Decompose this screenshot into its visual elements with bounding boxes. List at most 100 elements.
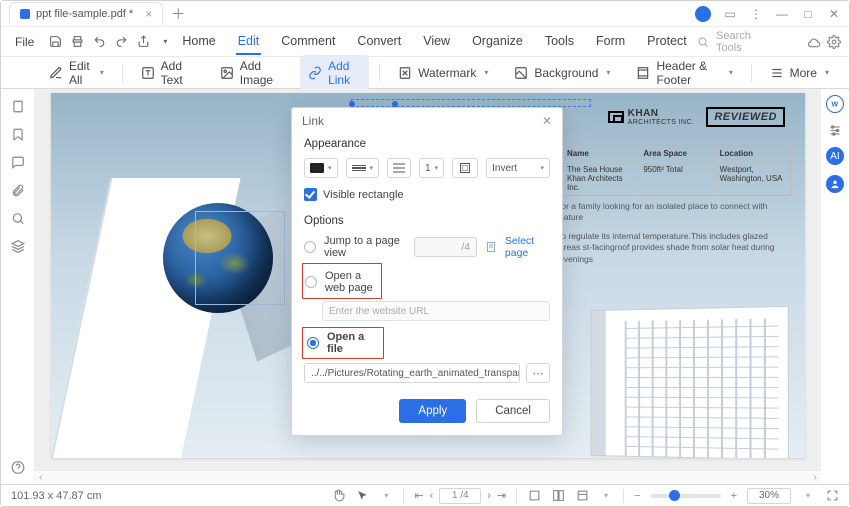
tab-form[interactable]: Form [594, 28, 627, 55]
cancel-button[interactable]: Cancel [476, 399, 550, 423]
add-text-button[interactable]: Add Text [133, 55, 202, 91]
url-input[interactable]: Enter the website URL [322, 301, 550, 321]
brand-mark-icon [608, 111, 624, 123]
assistant-icon[interactable] [826, 175, 844, 193]
qat-more-icon[interactable]: ▾ [158, 35, 172, 49]
select-tool-icon[interactable] [355, 489, 369, 503]
thumbnails-icon[interactable] [11, 99, 25, 113]
dialog-close-icon[interactable]: ✕ [542, 114, 552, 128]
thickness-input[interactable]: 1▾ [419, 158, 444, 178]
notification-icon[interactable]: ▭ [723, 7, 737, 21]
tab-view[interactable]: View [421, 28, 452, 55]
background-button[interactable]: Background▾ [506, 62, 618, 84]
bookmarks-icon[interactable] [11, 127, 25, 141]
edit-all-button[interactable]: Edit All▾ [41, 55, 112, 91]
selection-box[interactable] [195, 211, 285, 305]
tab-comment[interactable]: Comment [279, 28, 337, 55]
tab-tools[interactable]: Tools [543, 28, 576, 55]
line-style-picker[interactable]: ▾ [346, 158, 380, 178]
add-image-button[interactable]: Add Image [212, 55, 290, 91]
settings-icon[interactable] [827, 35, 841, 49]
zoom-caret-icon[interactable]: ▾ [801, 489, 815, 503]
print-icon[interactable] [70, 35, 84, 49]
add-link-button[interactable]: Add Link [300, 55, 369, 91]
file-path-field[interactable]: ../../Pictures/Rotating_earth_animated_t… [304, 363, 520, 383]
header-footer-button[interactable]: Header & Footer▾ [628, 55, 740, 91]
last-page-icon[interactable]: ⇥ [497, 489, 506, 502]
reading-mode-icon[interactable] [575, 489, 589, 503]
search-icon[interactable] [697, 35, 710, 49]
word-export-icon[interactable]: W [826, 95, 844, 113]
minimize-button[interactable]: — [775, 7, 789, 21]
zoom-value[interactable]: 30% [747, 488, 791, 504]
invert-select[interactable]: Invert▾ [486, 158, 550, 178]
reviewed-stamp: REVIEWED [706, 107, 785, 127]
status-bar: 101.93 x 47.87 cm ▾ ⇤ ‹ 1 /4 › ⇥ ▾ − + 3… [1, 484, 849, 506]
view-caret-icon[interactable]: ▾ [599, 489, 613, 503]
tab-organize[interactable]: Organize [470, 28, 525, 55]
layers-icon[interactable] [11, 239, 25, 253]
next-page-icon[interactable]: › [487, 490, 491, 502]
undo-icon[interactable] [92, 35, 106, 49]
open-file-radio[interactable] [307, 337, 319, 349]
zoom-in-icon[interactable]: + [731, 490, 737, 502]
visible-rectangle-checkbox[interactable] [304, 188, 317, 201]
apply-button[interactable]: Apply [399, 399, 466, 423]
scroll-left-icon[interactable]: ‹ [39, 472, 42, 483]
more-button[interactable]: More▾ [762, 62, 837, 84]
zoom-out-icon[interactable]: − [634, 490, 640, 502]
quick-access-toolbar: ▾ [48, 35, 172, 49]
user-avatar-icon[interactable] [695, 6, 711, 22]
highlight-style[interactable] [452, 158, 478, 178]
jump-page-radio[interactable] [304, 241, 316, 253]
fit-page-icon[interactable] [551, 489, 565, 503]
close-button[interactable]: ✕ [827, 7, 841, 21]
zoom-slider[interactable] [651, 494, 721, 498]
tab-home[interactable]: Home [180, 28, 217, 55]
prev-page-icon[interactable]: ‹ [430, 490, 434, 502]
page-number-input[interactable]: /4 [414, 237, 477, 257]
hand-tool-icon[interactable] [331, 489, 345, 503]
first-page-icon[interactable]: ⇤ [414, 489, 423, 502]
tab-edit[interactable]: Edit [236, 28, 262, 55]
scroll-right-icon[interactable]: › [814, 472, 817, 483]
help-icon[interactable] [11, 460, 25, 474]
kebab-menu-icon[interactable]: ⋮ [749, 7, 763, 21]
browse-file-button[interactable]: ⋯ [526, 363, 550, 383]
select-page-link[interactable]: Select page [505, 235, 550, 259]
open-web-radio[interactable] [305, 276, 317, 288]
comments-icon[interactable] [11, 155, 25, 169]
left-sidebar [1, 89, 35, 484]
svg-text:W: W [832, 102, 839, 109]
document-tab[interactable]: ppt file-sample.pdf * × [9, 2, 163, 25]
properties-icon[interactable] [828, 123, 842, 137]
redo-icon[interactable] [114, 35, 128, 49]
save-icon[interactable] [48, 35, 62, 49]
search-placeholder[interactable]: Search Tools [716, 30, 776, 54]
tab-protect[interactable]: Protect [645, 28, 689, 55]
ribbon-toolbar: Edit All▾ Add Text Add Image Add Link Wa… [1, 57, 849, 89]
cursor-coords: 101.93 x 47.87 cm [11, 490, 102, 502]
tab-close-icon[interactable]: × [145, 7, 152, 21]
search-panel-icon[interactable] [11, 211, 25, 225]
color-picker[interactable]: ▾ [304, 158, 338, 178]
tab-convert[interactable]: Convert [355, 28, 403, 55]
fit-width-icon[interactable] [527, 489, 541, 503]
new-tab-button[interactable]: ＋ [171, 4, 185, 24]
horizontal-scrollbar[interactable]: ‹ › [35, 470, 821, 484]
ai-assistant-icon[interactable]: AI [826, 147, 844, 165]
align-picker[interactable] [387, 158, 411, 178]
tools-caret-icon[interactable]: ▾ [379, 489, 393, 503]
cloud-icon[interactable] [807, 35, 821, 49]
watermark-button[interactable]: Watermark▾ [390, 62, 496, 84]
menu-icon [770, 66, 784, 80]
fullscreen-icon[interactable] [825, 489, 839, 503]
image-icon [220, 66, 234, 80]
appearance-controls: ▾ ▾ 1▾ Invert▾ [292, 154, 562, 186]
page-indicator[interactable]: 1 /4 [439, 488, 481, 504]
file-menu[interactable]: File [9, 31, 40, 53]
attachments-icon[interactable] [11, 183, 25, 197]
open-file-label: Open a file [327, 331, 379, 355]
maximize-button[interactable]: □ [801, 7, 815, 21]
share-icon[interactable] [136, 35, 150, 49]
